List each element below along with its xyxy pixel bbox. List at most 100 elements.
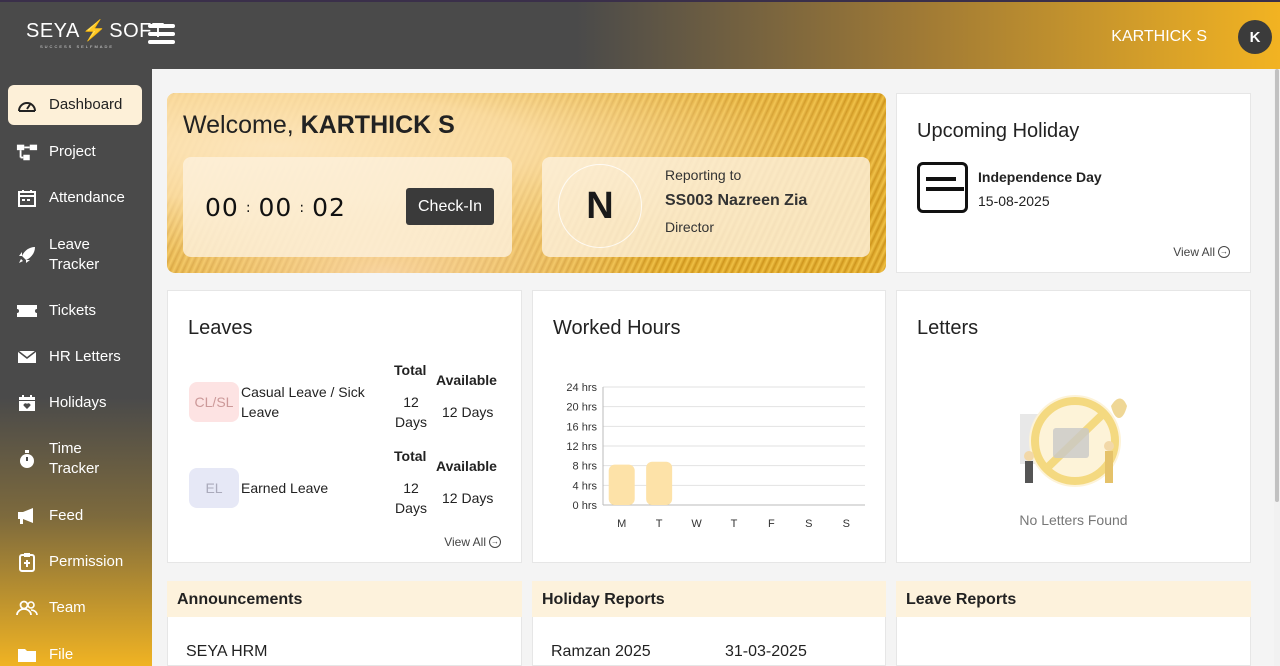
no-letters-text: No Letters Found xyxy=(1019,512,1128,528)
arrow-right-circle-icon: → xyxy=(1218,246,1230,258)
y-tick-label: 4 hrs xyxy=(573,480,598,492)
sidebar-item-label: Holidays xyxy=(49,394,107,411)
worked-hours-chart: 0 hrs 4 hrs 8 hrs 12 hrs 16 hrs 20 hrs 24 hrs M… xyxy=(566,382,865,530)
reporting-panel: N Reporting to SS003 Nazreen Zia Directo… xyxy=(542,157,870,257)
holiday-view-all-link[interactable]: View All → xyxy=(1173,245,1230,259)
leave-reports-body xyxy=(896,617,1251,666)
announcements-body: SEYA HRM xyxy=(167,617,522,666)
timer-hours: 00 xyxy=(205,193,239,222)
leaves-view-all-link[interactable]: View All → xyxy=(444,535,501,549)
welcome-title: Welcome, KARTHICK S xyxy=(183,111,455,139)
x-tick-label: F xyxy=(768,518,775,530)
leave-total-label: Total xyxy=(394,362,427,378)
folder-icon xyxy=(16,645,38,665)
holiday-card-icon xyxy=(917,162,968,213)
timer-minutes: 00 xyxy=(258,193,293,222)
x-tick-label: T xyxy=(656,518,663,530)
sidebar-item-label: Feed xyxy=(49,507,84,524)
announcement-item[interactable]: SEYA HRM xyxy=(186,643,268,661)
sidebar-item-label: Team xyxy=(49,599,86,616)
timer-display: 00:00:02 xyxy=(205,193,346,222)
scrollbar-thumb[interactable] xyxy=(1275,69,1279,502)
leave-type-name: Earned Leave xyxy=(241,480,329,496)
user-avatar[interactable]: K xyxy=(1238,20,1272,54)
worked-hours-card: Worked Hours 0 hrs 4 hrs 8 hrs 12 hrs 16 hrs… xyxy=(532,290,886,563)
letters-title: Letters xyxy=(917,317,979,339)
x-tick-label: W xyxy=(691,518,702,530)
scrollbar-track[interactable] xyxy=(1274,69,1280,666)
manager-avatar: N xyxy=(558,164,642,248)
user-name: KARTHICK S xyxy=(1111,28,1207,45)
x-tick-label: M xyxy=(617,518,626,530)
bar[interactable] xyxy=(646,461,673,505)
upcoming-holiday-card: Upcoming Holiday Independence Day 15-08-… xyxy=(896,93,1251,273)
leave-code-badge: EL xyxy=(189,468,239,508)
y-tick-label: 0 hrs xyxy=(573,500,598,512)
check-in-button[interactable]: Check-In xyxy=(406,188,494,225)
holiday-name: Independence Day xyxy=(978,169,1102,185)
stopwatch-icon xyxy=(16,449,38,469)
sitemap-icon xyxy=(16,142,38,162)
sidebar-item-label: Dashboard xyxy=(49,96,123,113)
sidebar-item-label: Tickets xyxy=(49,302,96,319)
bar[interactable] xyxy=(608,464,635,505)
sidebar-item-project[interactable]: Project xyxy=(8,142,142,162)
sidebar-item-permission[interactable]: Permission xyxy=(8,552,142,572)
logo-text-left: SEYA xyxy=(26,20,80,42)
x-tick-label: T xyxy=(731,518,738,530)
y-tick-label: 16 hrs xyxy=(566,421,597,433)
sidebar-item-tickets[interactable]: Tickets xyxy=(8,301,142,321)
announcements-header: Announcements xyxy=(167,581,522,617)
leave-total-value: 12 Days xyxy=(395,394,427,430)
leave-code-badge: CL/SL xyxy=(189,382,239,422)
hamburger-menu-icon[interactable] xyxy=(148,24,175,46)
sidebar-item-time-tracker[interactable]: Time Tracker xyxy=(8,439,142,479)
top-header: SEYA ⚡ SOFT SUCCESS SELFMADE KARTHICK S K xyxy=(0,0,1280,69)
welcome-user-name: KARTHICK S xyxy=(300,111,455,139)
logo[interactable]: SEYA ⚡ SOFT SUCCESS SELFMADE xyxy=(26,18,165,49)
sidebar-item-leave-tracker[interactable]: Leave Tracker xyxy=(8,235,142,275)
sidebar-item-label: Attendance xyxy=(49,189,125,206)
leaves-title: Leaves xyxy=(188,317,253,339)
gauge-icon xyxy=(16,95,38,115)
sidebar-item-label: Project xyxy=(49,143,96,160)
sidebar-item-holidays[interactable]: Holidays xyxy=(8,393,142,413)
sidebar-item-label: Leave Tracker xyxy=(49,236,100,273)
sidebar-item-label: Time Tracker xyxy=(49,440,100,477)
no-letters-illustration xyxy=(1020,395,1127,487)
letters-card: Letters No Letters Found xyxy=(896,290,1251,563)
holiday-date: 15-08-2025 xyxy=(978,193,1050,209)
timer-panel: 00:00:02 Check-In xyxy=(183,157,512,257)
users-icon xyxy=(16,598,38,618)
arrow-right-circle-icon: → xyxy=(489,536,501,548)
sidebar-item-dashboard[interactable]: Dashboard xyxy=(8,85,142,125)
sidebar-item-label: File xyxy=(49,646,74,663)
mail-icon xyxy=(16,347,38,367)
sidebar-item-label: HR Letters xyxy=(49,348,121,365)
holiday-report-name: Ramzan 2025 xyxy=(551,643,651,660)
leave-available-label: Available xyxy=(436,372,497,388)
timer-seconds: 02 xyxy=(312,193,346,222)
sidebar-item-hr-letters[interactable]: HR Letters xyxy=(8,347,142,367)
leave-type-name: Casual Leave / Sick Leave xyxy=(241,384,365,420)
worked-hours-title: Worked Hours xyxy=(553,317,681,339)
sidebar-item-file[interactable]: File xyxy=(8,645,142,665)
reporting-label: Reporting to xyxy=(665,167,742,183)
y-tick-label: 24 hrs xyxy=(566,382,597,394)
logo-tagline: SUCCESS SELFMADE xyxy=(40,44,115,49)
leave-total-value: 12 Days xyxy=(395,480,427,516)
manager-name: SS003 Nazreen Zia xyxy=(665,192,808,209)
y-tick-label: 20 hrs xyxy=(566,402,597,414)
logo-mark-icon: ⚡ xyxy=(81,20,108,42)
clipboard-icon xyxy=(16,552,38,572)
sidebar-item-feed[interactable]: Feed xyxy=(8,506,142,526)
leave-available-label: Available xyxy=(436,458,497,474)
manager-role: Director xyxy=(665,219,715,235)
sidebar-item-attendance[interactable]: Attendance xyxy=(8,188,142,208)
holiday-reports-header: Holiday Reports xyxy=(532,581,886,617)
sidebar-item-team[interactable]: Team xyxy=(8,598,142,618)
calendar-check-icon xyxy=(16,188,38,208)
leave-reports-header: Leave Reports xyxy=(896,581,1251,617)
upcoming-holiday-title: Upcoming Holiday xyxy=(917,120,1080,142)
sidebar: Dashboard Project Attendance Leave Track… xyxy=(0,69,152,666)
